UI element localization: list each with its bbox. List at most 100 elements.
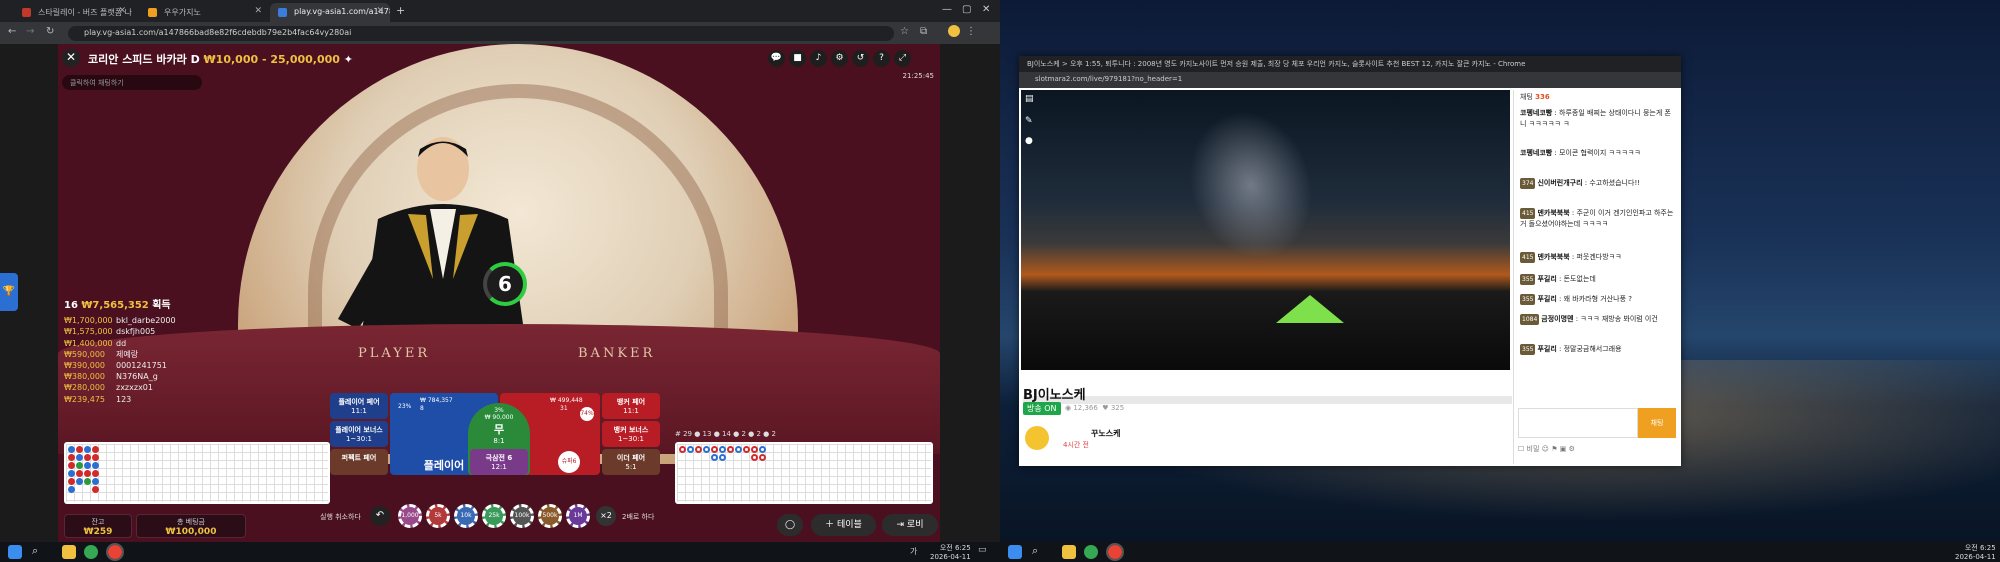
flag-icon[interactable]: ⚑ [1551, 445, 1557, 453]
favorite-icon[interactable]: ✦ [344, 53, 353, 66]
help-icon[interactable]: ? [873, 50, 890, 67]
fullscreen-icon[interactable]: ⤢ [894, 50, 911, 67]
bet-limit: ₩10,000 - 25,000,000 [203, 53, 340, 66]
address-bar[interactable]: play.vg-asia1.com/a147866bad8e82f6cdebdb… [68, 26, 894, 41]
reload-icon[interactable]: ↻ [46, 26, 54, 37]
chip-25k[interactable]: 25k [482, 504, 506, 528]
undo-button[interactable]: ↶ [370, 506, 390, 526]
back-icon[interactable]: ← [8, 26, 16, 37]
chip-1m[interactable]: 1M [566, 504, 590, 528]
game-title: 코리안 스피드 바카라 D ₩10,000 - 25,000,000 ✦ [88, 51, 353, 67]
big-road [675, 442, 933, 504]
settings-icon[interactable]: ⚙ [831, 50, 848, 67]
new-tab-button[interactable]: + [396, 4, 405, 17]
chrome-icon[interactable] [84, 545, 98, 559]
notification-icon[interactable]: ▭ [978, 545, 987, 555]
history-icon[interactable]: ↺ [852, 50, 869, 67]
tab-favicon-icon [278, 8, 287, 17]
profile-avatar[interactable] [948, 25, 960, 37]
table-button-label: 테이블 [837, 520, 862, 530]
browser-tab-bar: 스타릴레이 - 버즈 플랫폼 나디 ✕ 우우가지노 ✕ play.vg-asia… [0, 0, 1000, 22]
players-count: 16 [64, 300, 78, 311]
sound-icon[interactable]: ♪ [810, 50, 827, 67]
menu-icon[interactable]: ⋮ [966, 26, 976, 37]
super6-chip: 슈퍼6 [558, 451, 580, 473]
double-button[interactable]: ×2 [596, 506, 616, 526]
explorer-icon[interactable] [62, 545, 76, 559]
side-panel-handle[interactable]: 🏆 [0, 273, 18, 311]
chip-1000[interactable]: 1,000 [398, 504, 422, 528]
chat-message: 415 덴카북북북 : 퍼웃겐다방ㅋㅋ [1520, 252, 1622, 263]
close-game-button[interactable]: ✕ [62, 49, 80, 67]
chat-icon[interactable]: 💬 [768, 50, 785, 67]
image-icon[interactable]: ▣ [1560, 445, 1567, 453]
chat-message: 코펭네코빵 : 하루종일 배찌는 상태이다니 뭉는게 폰니 ㅋㅋㅋㅋㅋ ㅋ [1520, 109, 1671, 128]
taskbar-left: ⌕ 가 오전 6:25 2026-04-11 ▭ [0, 542, 1000, 562]
chat-header: 채팅 336 [1514, 90, 1680, 104]
search-icon[interactable]: ⌕ [32, 544, 38, 558]
chip-500k[interactable]: 500k [538, 504, 562, 528]
streamer-avatar[interactable] [1025, 426, 1049, 450]
chat-message: 355 푸길리 : 돈도없는데 [1520, 274, 1596, 285]
bookmark-icon[interactable]: ☆ [900, 26, 909, 37]
secret-checkbox[interactable]: ☐ [1518, 445, 1524, 453]
player-bonus-bet[interactable]: 플레이어 보너스 1~30:1 [330, 421, 388, 447]
banker-bonus-bet[interactable]: 뱅커 보너스 1~30:1 [602, 421, 660, 447]
chat-input[interactable]: 클릭하여 채팅하기 [62, 75, 202, 90]
settings-icon[interactable]: ⚙ [1569, 445, 1575, 453]
video-icon[interactable]: ■ [789, 50, 806, 67]
undo-label: 실행 취소하다 [320, 513, 361, 521]
emoji-icon[interactable]: ☺ [1542, 445, 1549, 453]
language-indicator[interactable]: 가 [910, 546, 917, 557]
player-pair-bet[interactable]: 플레이어 페어 11:1 [330, 393, 388, 419]
chrome-icon[interactable] [1084, 545, 1098, 559]
explorer-icon[interactable] [1062, 545, 1076, 559]
tab-casino[interactable]: 우우가지노 ✕ [140, 3, 268, 22]
chip-5k[interactable]: 5k [426, 504, 450, 528]
chip-100k[interactable]: 100k [510, 504, 534, 528]
chat-message: 1084 금정이명뎬 : ㅋㅋㅋ 재방송 봐이럼 이건 [1520, 314, 1658, 325]
tab-game[interactable]: play.vg-asia1.com/a1478 ✕ [270, 3, 390, 22]
close-tab-icon[interactable]: ✕ [254, 6, 262, 16]
chat-text-input[interactable] [1518, 408, 1638, 438]
close-tab-icon[interactable]: ✕ [118, 6, 126, 16]
maximize-icon[interactable]: ▢ [962, 4, 971, 15]
perfect-pair-bet[interactable]: 퍼펙트 페어 [330, 449, 388, 475]
file-icon[interactable]: ▤ [1025, 94, 1034, 104]
winner-row: ₩590,000 제예랑 [64, 349, 139, 359]
search-icon[interactable]: ⌕ [1032, 544, 1038, 558]
stream-video[interactable] [1021, 90, 1512, 404]
chrome-active-icon[interactable] [1106, 543, 1124, 561]
table-button[interactable]: ＋ 테이블 [811, 514, 876, 536]
winners-list: 16 ₩7,565,352 획득 ₩1,700,000 bkl_darbe2000… [64, 300, 176, 405]
stream-browser-window: BJ이노스케 > 오후 1:55, 퇴투니다 : 2008년 영도 카지노사이트… [1019, 56, 1681, 466]
stream-address-bar[interactable]: slotmara2.com/live/979181?no_header=1 [1019, 72, 1681, 88]
taskbar-clock: 오전 6:25 2026-04-11 [930, 544, 971, 561]
lobby-button[interactable]: ⇥ 로비 [882, 514, 938, 536]
profile-name[interactable]: 꾸노스케 [1091, 428, 1120, 439]
profile-time: 4시간 전 [1063, 441, 1089, 449]
chat-toggle-button[interactable]: ◯ [777, 514, 803, 536]
start-icon[interactable] [8, 545, 22, 559]
table-banker-label: BANKER [578, 346, 656, 361]
start-icon[interactable] [1008, 545, 1022, 559]
close-window-icon[interactable]: ✕ [982, 4, 990, 15]
minimize-icon[interactable]: — [942, 4, 952, 15]
extensions-icon[interactable]: ⧉ [920, 26, 927, 37]
either-pair-bet[interactable]: 이더 페어 5:1 [602, 449, 660, 475]
lucky6-bet[interactable]: 극삼전 6 12:1 [470, 449, 528, 475]
chat-message: 코펭네코빵 : 모이콘 협력이지 ㅋㅋㅋㅋㅋ [1520, 149, 1641, 157]
close-tab-icon[interactable]: ✕ [376, 6, 384, 16]
banker-count: 31 [560, 405, 568, 412]
tab-star-relay[interactable]: 스타릴레이 - 버즈 플랫폼 나디 ✕ [14, 3, 132, 22]
forward-icon[interactable]: → [26, 26, 34, 37]
send-chat-button[interactable]: 채팅 [1638, 408, 1676, 438]
banker-pair-bet[interactable]: 뱅커 페어 11:1 [602, 393, 660, 419]
circle-icon[interactable]: ● [1025, 136, 1033, 146]
game-name: 코리안 스피드 바카라 D [88, 53, 200, 66]
double-label: 2배로 하다 [622, 513, 655, 521]
chrome-active-icon[interactable] [106, 543, 124, 561]
chip-10k[interactable]: 10k [454, 504, 478, 528]
balance-label: 잔고 [91, 518, 105, 526]
pen-icon[interactable]: ✎ [1025, 116, 1033, 126]
